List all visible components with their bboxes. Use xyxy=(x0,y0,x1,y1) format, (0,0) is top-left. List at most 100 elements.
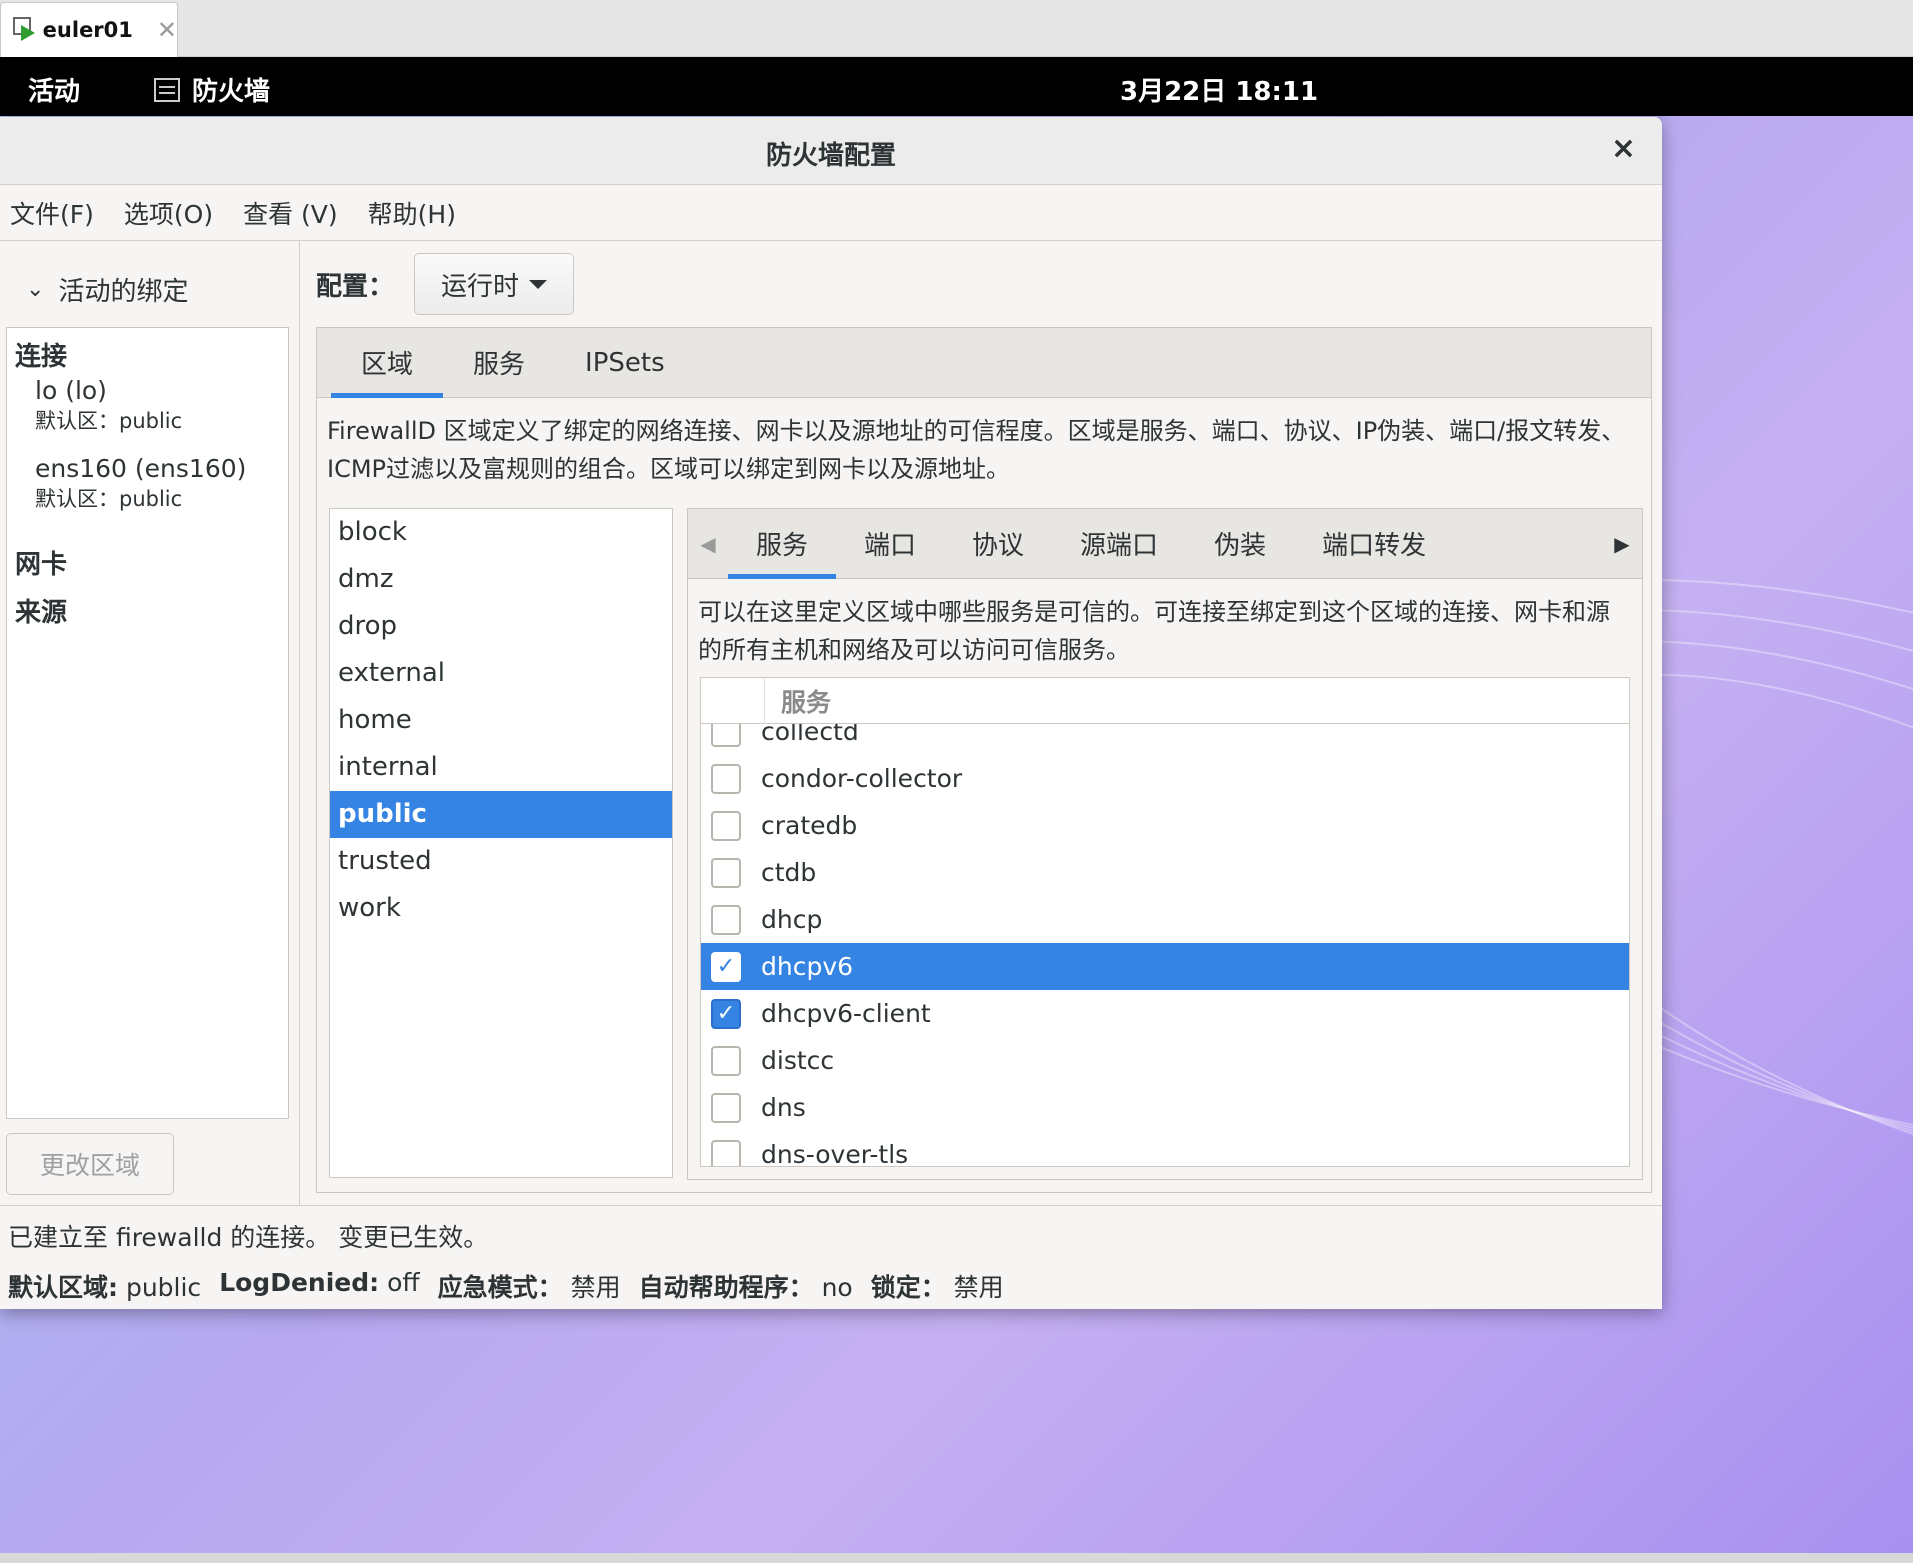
default-zone-value: public xyxy=(125,1273,202,1302)
main-notebook: 区域 服务 IPSets FirewallD 区域定义了绑定的网络连接、网卡以及… xyxy=(316,327,1652,1193)
checkbox-column-header xyxy=(701,678,765,724)
service-checkbox[interactable]: ✓ xyxy=(711,998,741,1029)
window-close-icon[interactable]: × xyxy=(1611,131,1636,166)
scroll-left-icon[interactable]: ◀ xyxy=(688,509,728,579)
service-checkbox[interactable] xyxy=(711,810,741,841)
service-row[interactable]: ✓ dhcpv6-client xyxy=(701,990,1629,1037)
service-name: distcc xyxy=(761,1046,835,1075)
menu-view[interactable]: 查看 (V) xyxy=(243,195,338,231)
status-bar: 已建立至 firewalld 的连接。 变更已生效。 默认区域: public … xyxy=(0,1205,1662,1309)
zone-item-drop[interactable]: drop xyxy=(330,603,672,650)
zone-item-public[interactable]: public xyxy=(330,791,672,838)
logdenied-value: off xyxy=(387,1268,420,1297)
zone-item-home[interactable]: home xyxy=(330,697,672,744)
zone-item-work[interactable]: work xyxy=(330,885,672,932)
zone-list: block dmz drop external home internal pu… xyxy=(329,508,673,1178)
interfaces-heading[interactable]: 网卡 xyxy=(15,544,67,581)
connections-heading[interactable]: 连接 xyxy=(15,336,67,373)
active-bindings-sidebar: ⌄ 活动的绑定 连接 lo (lo) 默认区：public ens160 (en… xyxy=(0,241,300,1205)
services-rows: collectd condor-collector cratedb ctdb dhcp ✓… xyxy=(701,708,1629,1167)
zone-item-dmz[interactable]: dmz xyxy=(330,556,672,603)
service-row[interactable]: dns-over-tls xyxy=(701,1131,1629,1167)
service-column-header: 服务 xyxy=(781,687,832,717)
vm-running-icon xyxy=(13,17,35,43)
auto-helpers-key: 自动帮助程序： xyxy=(638,1273,814,1302)
menu-file[interactable]: 文件(F) xyxy=(10,195,94,231)
connection-zone: 默认区：public xyxy=(35,487,183,511)
bindings-tree: 连接 lo (lo) 默认区：public ens160 (ens160) 默认… xyxy=(6,327,289,1119)
service-name: dhcp xyxy=(761,905,823,934)
auto-helpers-value: no xyxy=(821,1273,853,1302)
connection-name: ens160 (ens160) xyxy=(35,454,247,483)
tab-zones[interactable]: 区域 xyxy=(331,328,444,398)
bottom-strip xyxy=(0,1553,1913,1563)
service-checkbox[interactable] xyxy=(711,1092,741,1123)
services-table: 服务 collectd condor-collector cratedb ctdb dh… xyxy=(700,677,1630,1167)
expander-label: 活动的绑定 xyxy=(58,277,189,307)
scroll-right-icon[interactable]: ▶ xyxy=(1602,509,1642,579)
zone-settings-pane: ◀ 服务 端口 协议 源端口 伪装 端口转发 ▶ 可以在这里定义区域中哪些服务是… xyxy=(687,508,1643,1180)
service-checkbox[interactable] xyxy=(711,904,741,935)
app-menu[interactable]: 防火墙 xyxy=(154,71,270,108)
vm-tab[interactable]: euler01 ✕ xyxy=(0,2,178,57)
main-tabs: 区域 服务 IPSets xyxy=(317,328,1651,398)
service-row[interactable]: cratedb xyxy=(701,802,1629,849)
service-row[interactable]: ✓ dhcpv6 xyxy=(701,943,1629,990)
main-area: 配置： 运行时 区域 服务 IPSets FirewallD 区域定义了绑定的网… xyxy=(302,241,1662,1205)
vm-tab-label: euler01 xyxy=(42,18,133,42)
service-checkbox[interactable] xyxy=(711,1139,741,1166)
menu-bar: 文件(F) 选项(O) 查看 (V) 帮助(H) xyxy=(0,185,1662,241)
service-name: condor-collector xyxy=(761,764,963,793)
config-dropdown-value: 运行时 xyxy=(441,271,520,302)
zone-item-trusted[interactable]: trusted xyxy=(330,838,672,885)
sources-heading[interactable]: 来源 xyxy=(15,592,67,629)
firewall-config-window: 防火墙配置 × 文件(F) 选项(O) 查看 (V) 帮助(H) ⌄ 活动的绑定… xyxy=(0,117,1662,1309)
zone-item-block[interactable]: block xyxy=(330,509,672,556)
service-name: dns-over-tls xyxy=(761,1140,909,1167)
connection-status: 已建立至 firewalld 的连接。 变更已生效。 xyxy=(8,1223,489,1252)
window-titlebar[interactable]: 防火墙配置 × xyxy=(0,117,1662,185)
clock[interactable]: 3月22日 18:11 xyxy=(1120,71,1318,108)
config-label: 配置： xyxy=(316,271,395,302)
service-row[interactable]: distcc xyxy=(701,1037,1629,1084)
subtab-source-ports[interactable]: 源端口 xyxy=(1052,509,1186,579)
service-checkbox[interactable] xyxy=(711,857,741,888)
subtab-ports[interactable]: 端口 xyxy=(836,509,944,579)
service-row[interactable]: ctdb xyxy=(701,849,1629,896)
services-table-header[interactable]: 服务 xyxy=(701,678,1629,724)
service-row[interactable]: condor-collector xyxy=(701,755,1629,802)
connection-item-ens160[interactable]: ens160 (ens160) 默认区：public xyxy=(7,454,246,513)
activities-button[interactable]: 活动 xyxy=(28,71,80,108)
chevron-down-icon: ⌄ xyxy=(26,277,45,302)
subtab-masquerade[interactable]: 伪装 xyxy=(1186,509,1294,579)
service-name: cratedb xyxy=(761,811,858,840)
vm-tab-bar: euler01 ✕ xyxy=(0,0,1913,57)
lockdown-key: 锁定： xyxy=(870,1273,946,1302)
subtab-services[interactable]: 服务 xyxy=(728,509,837,579)
close-icon[interactable]: ✕ xyxy=(157,16,177,44)
menu-options[interactable]: 选项(O) xyxy=(124,195,213,231)
service-checkbox[interactable]: ✓ xyxy=(711,951,741,982)
dropdown-arrow-icon xyxy=(529,279,548,289)
zone-item-internal[interactable]: internal xyxy=(330,744,672,791)
subtab-protocols[interactable]: 协议 xyxy=(944,509,1052,579)
zone-item-external[interactable]: external xyxy=(330,650,672,697)
service-name: dhcpv6-client xyxy=(761,999,931,1028)
config-row: 配置： 运行时 xyxy=(316,253,575,315)
connection-zone: 默认区：public xyxy=(35,409,183,433)
subtab-port-forwarding[interactable]: 端口转发 xyxy=(1294,509,1454,579)
connection-item-lo[interactable]: lo (lo) 默认区：public xyxy=(7,376,182,435)
panic-mode-key: 应急模式： xyxy=(437,1273,563,1302)
config-dropdown[interactable]: 运行时 xyxy=(414,253,575,315)
service-row[interactable]: dhcp xyxy=(701,896,1629,943)
change-zone-button[interactable]: 更改区域 xyxy=(6,1133,174,1195)
service-checkbox[interactable] xyxy=(711,1045,741,1076)
menu-help[interactable]: 帮助(H) xyxy=(368,195,456,231)
service-row[interactable]: dns xyxy=(701,1084,1629,1131)
tab-services[interactable]: 服务 xyxy=(443,328,555,398)
service-name: dns xyxy=(761,1093,806,1122)
tab-ipsets[interactable]: IPSets xyxy=(555,328,695,398)
status-summary: 默认区域: public LogDenied: off 应急模式： 禁用 自动帮… xyxy=(8,1268,1004,1304)
active-bindings-expander[interactable]: ⌄ 活动的绑定 xyxy=(26,271,188,308)
service-checkbox[interactable] xyxy=(711,763,741,794)
